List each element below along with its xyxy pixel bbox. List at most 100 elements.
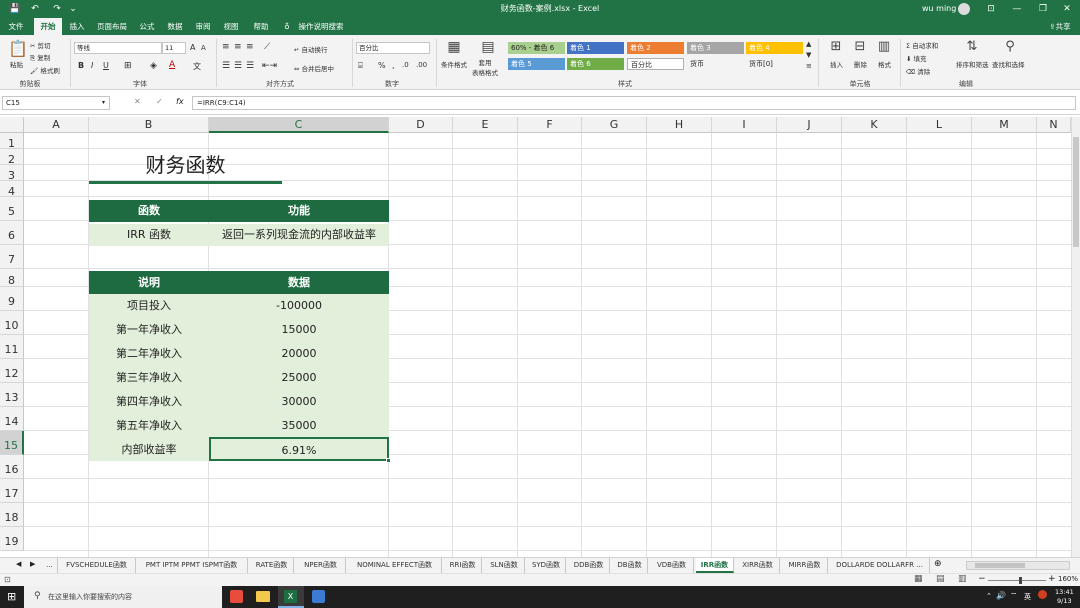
excel-taskbar-button[interactable]: X — [278, 586, 304, 608]
copy-button[interactable]: ⎘ 复制 — [30, 52, 50, 63]
ribbon-display-icon[interactable]: ⊡ — [984, 0, 998, 18]
sort-filter-icon[interactable]: ⇅ — [964, 39, 980, 54]
confirm-entry-icon[interactable]: ✓ — [156, 97, 163, 106]
insert-cells-label[interactable]: 插入 — [830, 59, 843, 69]
currency-icon[interactable]: ⌸ — [358, 61, 363, 71]
row-header-5[interactable]: 5 — [0, 197, 24, 221]
add-sheet-icon[interactable]: ⊕ — [934, 559, 942, 569]
sheet-tab[interactable]: VDB函数 — [650, 558, 694, 573]
pdf-app-icon[interactable] — [230, 590, 243, 603]
cell-style-6[interactable]: 着色 6 — [567, 58, 624, 70]
column-header-m[interactable]: M — [972, 117, 1037, 133]
input-language[interactable]: 英 — [1024, 592, 1031, 602]
sheet-tab[interactable]: IRR函数 — [696, 558, 734, 573]
sheet-tab[interactable]: ... — [42, 558, 58, 573]
tab-insert[interactable]: 插入 — [66, 18, 88, 35]
header-feature[interactable]: 功能 — [209, 200, 389, 222]
cut-button[interactable]: ✂ 剪切 — [30, 40, 51, 50]
row-header-2[interactable]: 2 — [0, 149, 24, 166]
data-label-cell[interactable]: 第五年净收入 — [89, 414, 209, 438]
antivirus-icon[interactable] — [1038, 590, 1047, 599]
function-name-cell[interactable]: IRR 函数 — [89, 224, 209, 246]
column-header-n[interactable]: N — [1037, 117, 1071, 133]
next-sheet-icon[interactable]: ▶ — [30, 560, 35, 568]
clock-date[interactable]: 9/13 — [1057, 597, 1072, 605]
align-left-icon[interactable]: ☰ — [222, 61, 230, 71]
fill-handle[interactable] — [386, 458, 391, 463]
paste-icon[interactable]: 📋 — [8, 39, 28, 58]
grow-font-icon[interactable]: A — [190, 43, 195, 52]
data-value-cell[interactable]: 35000 — [209, 414, 389, 438]
delete-cells-icon[interactable]: ⊟ — [852, 39, 868, 54]
row-header-1[interactable]: 1 — [0, 133, 24, 150]
restore-icon[interactable]: ❐ — [1036, 0, 1050, 18]
column-header-h[interactable]: H — [647, 117, 712, 133]
close-icon[interactable]: ✕ — [1060, 0, 1074, 18]
row-header-14[interactable]: 14 — [0, 407, 24, 431]
page-layout-view-icon[interactable]: ▤ — [936, 574, 945, 584]
align-middle-icon[interactable]: ≡ — [234, 42, 242, 52]
cell-style-2[interactable]: 着色 2 — [627, 42, 684, 54]
header-description[interactable]: 说明 — [89, 271, 209, 294]
column-header-i[interactable]: I — [712, 117, 777, 133]
formula-input[interactable]: =IRR(C9:C14) — [192, 96, 1076, 110]
avatar[interactable] — [958, 3, 970, 15]
row-header-3[interactable]: 3 — [0, 165, 24, 182]
insert-function-icon[interactable]: fx — [176, 97, 184, 106]
cell-style-7[interactable]: 百分比 — [627, 58, 684, 70]
format-cells-label[interactable]: 格式 — [878, 59, 891, 69]
sheet-tab[interactable]: SLN函数 — [484, 558, 525, 573]
undo-icon[interactable]: ↶ — [28, 0, 42, 18]
sheet-tab[interactable]: MIRR函数 — [782, 558, 828, 573]
zoom-level[interactable]: 160% — [1058, 575, 1078, 583]
column-header-l[interactable]: L — [907, 117, 972, 133]
zoom-out-icon[interactable]: − — [978, 574, 986, 584]
row-header-10[interactable]: 10 — [0, 311, 24, 335]
format-as-table-icon[interactable]: ▤ — [480, 39, 496, 55]
fill-color-icon[interactable]: ◈ — [150, 61, 157, 71]
data-value-cell[interactable]: 25000 — [209, 366, 389, 390]
increase-decimal-icon[interactable]: .0 — [402, 61, 409, 69]
sheet-tab[interactable]: SYD函数 — [527, 558, 566, 573]
column-header-a[interactable]: A — [24, 117, 89, 133]
decrease-decimal-icon[interactable]: .00 — [416, 61, 427, 69]
sheet-tab[interactable]: DB函数 — [612, 558, 648, 573]
conditional-format-label[interactable]: 条件格式 — [441, 59, 467, 69]
tab-page-layout[interactable]: 页面布局 — [94, 18, 130, 35]
tab-review[interactable]: 审阅 — [192, 18, 214, 35]
row-header-4[interactable]: 4 — [0, 181, 24, 198]
underline-button[interactable]: U — [103, 61, 109, 70]
sheet-tab[interactable]: RATE函数 — [250, 558, 294, 573]
data-label-cell[interactable]: 第一年净收入 — [89, 318, 209, 342]
wrap-text-button[interactable]: ↵ 自动换行 — [294, 44, 328, 54]
tab-data[interactable]: 数据 — [164, 18, 186, 35]
vertical-scrollbar[interactable] — [1071, 117, 1080, 557]
row-header-9[interactable]: 9 — [0, 287, 24, 311]
horizontal-scrollbar-thumb[interactable] — [975, 563, 1025, 568]
share-button[interactable]: ⇪共享 — [1046, 18, 1074, 35]
delete-cells-label[interactable]: 删除 — [854, 59, 867, 69]
redo-icon[interactable]: ↷ — [50, 0, 64, 18]
header-data[interactable]: 数据 — [209, 271, 389, 294]
font-name-select[interactable]: 等线 — [74, 42, 162, 54]
data-label-cell[interactable]: 第四年净收入 — [89, 390, 209, 414]
select-all-corner[interactable] — [0, 117, 24, 133]
orientation-icon[interactable]: ⟋ — [264, 42, 270, 52]
name-box-dropdown-icon[interactable]: ▾ — [102, 99, 105, 106]
zoom-slider[interactable] — [988, 577, 1046, 584]
normal-view-icon[interactable]: ▦ — [914, 574, 923, 584]
cell-style-0[interactable]: 60% - 着色 6 — [508, 42, 565, 54]
name-box[interactable]: C15 — [2, 96, 110, 110]
gallery-down-icon[interactable]: ▼ — [806, 51, 811, 59]
italic-button[interactable]: I — [91, 61, 93, 70]
customize-qat-icon[interactable]: ⌄ — [68, 0, 78, 18]
data-value-cell[interactable]: 20000 — [209, 342, 389, 366]
row-header-17[interactable]: 17 — [0, 479, 24, 503]
horizontal-scrollbar[interactable] — [966, 561, 1070, 570]
merge-center-button[interactable]: ⇔ 合并后居中 — [294, 63, 334, 73]
cell-style-1[interactable]: 着色 1 — [567, 42, 624, 54]
clock-time[interactable]: 13:41 — [1055, 588, 1074, 596]
sheet-tab[interactable]: PMT IPTM PPMT ISPMT函数 — [136, 558, 248, 573]
align-center-icon[interactable]: ☰ — [234, 61, 242, 71]
tray-chevron-icon[interactable]: ⌃ — [986, 592, 992, 600]
